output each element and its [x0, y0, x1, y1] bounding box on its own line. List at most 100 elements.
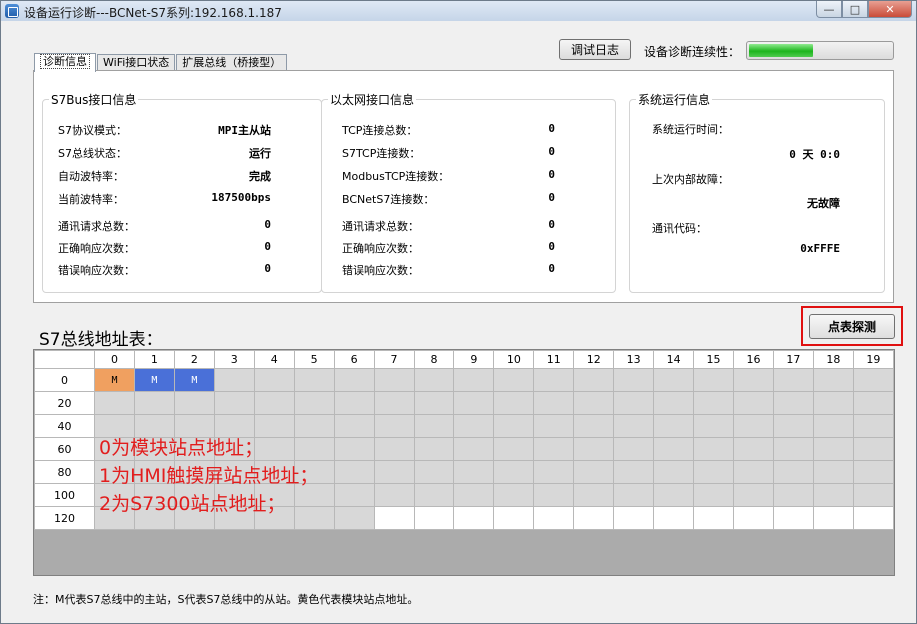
- address-cell[interactable]: [533, 414, 575, 438]
- station-cell-slave[interactable]: M: [173, 368, 215, 392]
- address-cell[interactable]: [733, 368, 774, 392]
- station-cell-slave[interactable]: M: [133, 368, 175, 392]
- address-cell[interactable]: [772, 437, 814, 461]
- address-cell[interactable]: [693, 368, 734, 392]
- address-cell[interactable]: [812, 483, 854, 507]
- address-cell[interactable]: [693, 391, 734, 415]
- address-cell[interactable]: [253, 391, 295, 415]
- address-cell[interactable]: [493, 368, 535, 392]
- maximize-button[interactable]: □: [842, 1, 868, 18]
- address-cell[interactable]: [413, 483, 455, 507]
- address-cell[interactable]: [533, 368, 575, 392]
- address-cell[interactable]: [573, 391, 615, 415]
- address-cell-unused[interactable]: [373, 506, 415, 530]
- address-cell[interactable]: [653, 483, 695, 507]
- address-cell[interactable]: [693, 460, 734, 484]
- address-cell[interactable]: [733, 414, 774, 438]
- address-cell[interactable]: [213, 391, 255, 415]
- address-cell[interactable]: [653, 460, 695, 484]
- address-cell[interactable]: [772, 414, 814, 438]
- address-cell[interactable]: [493, 414, 535, 438]
- address-cell[interactable]: [613, 368, 655, 392]
- address-cell[interactable]: [94, 391, 135, 415]
- address-cell[interactable]: [453, 460, 495, 484]
- address-cell[interactable]: [613, 391, 655, 415]
- address-cell[interactable]: [573, 483, 615, 507]
- address-cell[interactable]: [493, 391, 535, 415]
- address-cell[interactable]: [772, 483, 814, 507]
- address-cell[interactable]: [573, 368, 615, 392]
- address-cell[interactable]: [812, 414, 854, 438]
- address-cell[interactable]: [613, 414, 655, 438]
- address-cell[interactable]: [812, 437, 854, 461]
- address-cell[interactable]: [573, 460, 615, 484]
- address-cell[interactable]: [852, 460, 894, 484]
- probe-button[interactable]: 点表探测: [809, 314, 895, 339]
- address-cell[interactable]: [852, 437, 894, 461]
- address-cell[interactable]: [293, 437, 335, 461]
- address-cell[interactable]: [293, 506, 335, 530]
- address-cell[interactable]: [733, 437, 774, 461]
- address-cell[interactable]: [213, 368, 255, 392]
- address-cell[interactable]: [693, 483, 734, 507]
- address-cell[interactable]: [533, 483, 575, 507]
- address-cell[interactable]: [733, 483, 774, 507]
- address-cell[interactable]: [373, 483, 415, 507]
- address-cell[interactable]: [693, 437, 734, 461]
- address-cell[interactable]: [333, 414, 375, 438]
- address-cell[interactable]: [453, 437, 495, 461]
- address-cell[interactable]: [253, 368, 295, 392]
- address-cell[interactable]: [812, 368, 854, 392]
- address-cell[interactable]: [852, 391, 894, 415]
- tab-wifi-status[interactable]: WiFi接口状态: [97, 54, 176, 71]
- tab-extension-bus[interactable]: 扩展总线（桥接型）: [176, 54, 288, 71]
- address-cell[interactable]: [333, 460, 375, 484]
- address-cell-unused[interactable]: [772, 506, 814, 530]
- address-cell-unused[interactable]: [812, 506, 854, 530]
- address-cell[interactable]: [373, 368, 415, 392]
- address-cell[interactable]: [613, 437, 655, 461]
- address-cell[interactable]: [812, 391, 854, 415]
- address-cell[interactable]: [533, 391, 575, 415]
- address-cell[interactable]: [373, 391, 415, 415]
- address-cell[interactable]: [613, 483, 655, 507]
- address-cell-unused[interactable]: [533, 506, 575, 530]
- tab-diagnostic-info[interactable]: 诊断信息: [34, 53, 96, 72]
- address-cell-unused[interactable]: [413, 506, 455, 530]
- address-cell-unused[interactable]: [693, 506, 734, 530]
- address-cell[interactable]: [453, 368, 495, 392]
- address-cell[interactable]: [812, 460, 854, 484]
- address-cell[interactable]: [772, 391, 814, 415]
- address-cell-unused[interactable]: [613, 506, 655, 530]
- address-cell[interactable]: [653, 414, 695, 438]
- address-cell[interactable]: [533, 437, 575, 461]
- address-cell-unused[interactable]: [453, 506, 495, 530]
- address-cell[interactable]: [413, 368, 455, 392]
- address-cell[interactable]: [413, 460, 455, 484]
- address-cell[interactable]: [573, 437, 615, 461]
- close-button[interactable]: ✕: [868, 1, 912, 18]
- address-cell[interactable]: [333, 391, 375, 415]
- address-cell[interactable]: [733, 391, 774, 415]
- address-cell[interactable]: [413, 391, 455, 415]
- address-cell[interactable]: [293, 414, 335, 438]
- title-bar[interactable]: 设备运行诊断---BCNet-S7系列:192.168.1.187 — □ ✕: [1, 1, 916, 21]
- address-cell[interactable]: [453, 483, 495, 507]
- address-cell[interactable]: [333, 368, 375, 392]
- address-cell[interactable]: [133, 391, 175, 415]
- address-cell-unused[interactable]: [852, 506, 894, 530]
- address-cell-unused[interactable]: [653, 506, 695, 530]
- address-cell[interactable]: [493, 483, 535, 507]
- address-cell[interactable]: [333, 483, 375, 507]
- address-cell[interactable]: [493, 437, 535, 461]
- address-cell-unused[interactable]: [733, 506, 774, 530]
- address-cell[interactable]: [772, 460, 814, 484]
- address-cell[interactable]: [373, 460, 415, 484]
- address-cell[interactable]: [653, 368, 695, 392]
- address-cell[interactable]: [852, 414, 894, 438]
- address-cell[interactable]: [733, 460, 774, 484]
- address-cell[interactable]: [453, 391, 495, 415]
- address-cell[interactable]: [373, 437, 415, 461]
- address-cell[interactable]: [493, 460, 535, 484]
- address-cell[interactable]: [453, 414, 495, 438]
